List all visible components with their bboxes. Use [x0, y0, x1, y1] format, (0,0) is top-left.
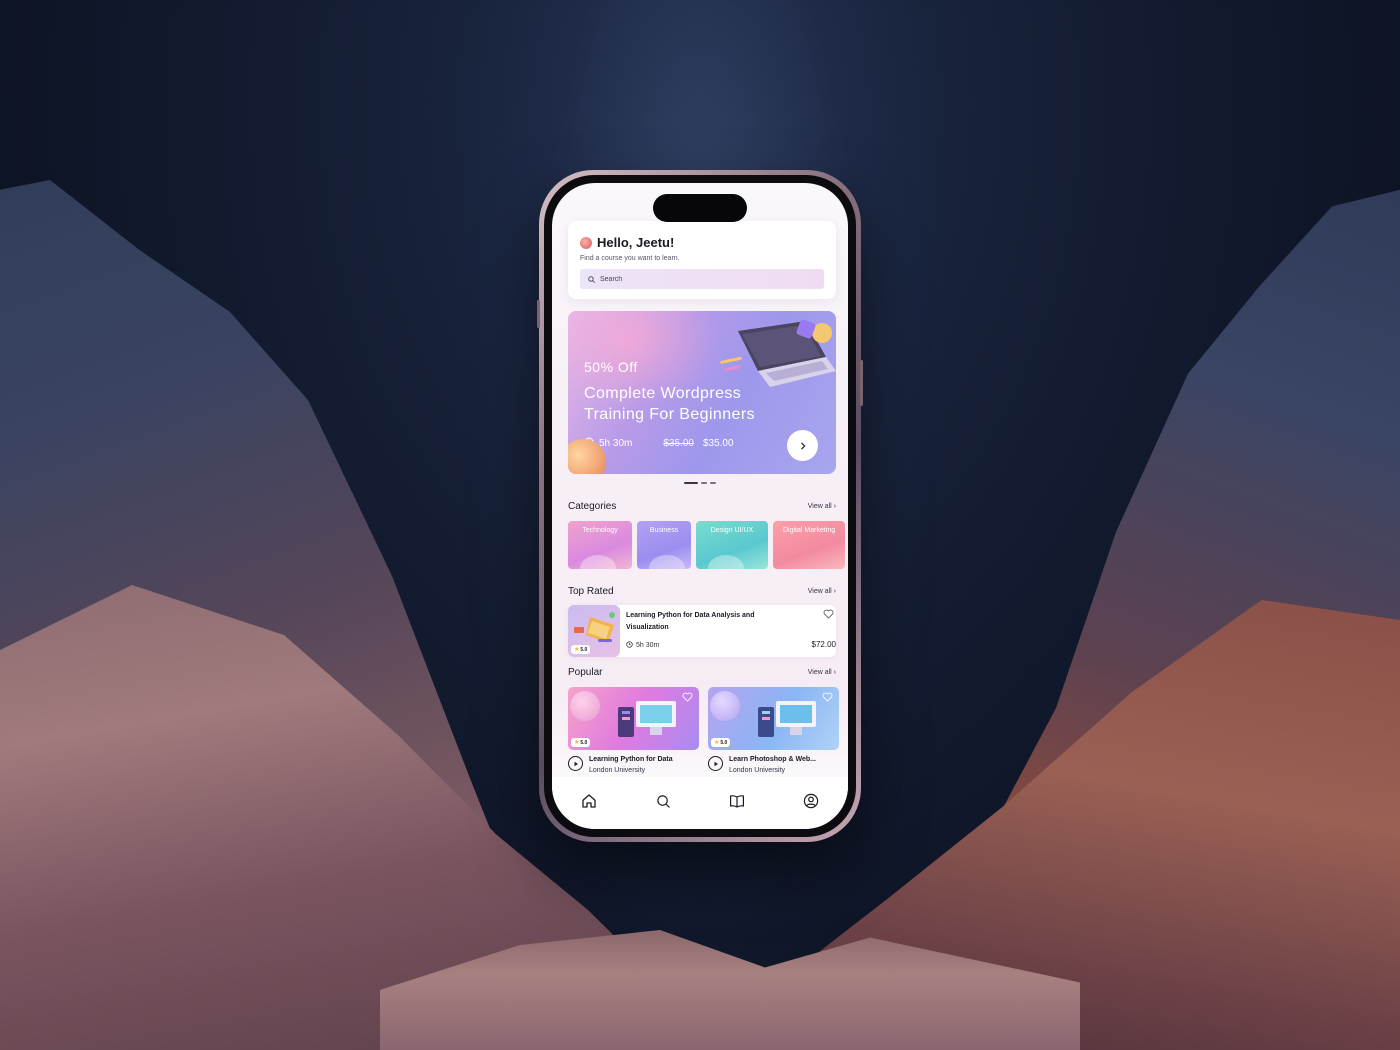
phone-bezel: Hello, Jeetu! Find a course you want to …	[544, 175, 856, 837]
promo-banner[interactable]: 50% Off Complete Wordpress Training For …	[568, 311, 836, 474]
category-label: Business	[649, 527, 679, 534]
volume-button	[537, 300, 540, 328]
popular-course-title: Learning Python for Data	[589, 756, 673, 763]
star-icon: ★	[574, 740, 580, 746]
categories-list: Technology Business Design UI/UX Digital…	[568, 521, 845, 569]
dynamic-island	[653, 194, 747, 222]
popular-course-thumbnail: ★ 5.0	[568, 687, 699, 750]
popular-course-university: London University	[589, 767, 646, 774]
course-thumbnail: ★ 5.0	[568, 605, 620, 657]
course-title: Learning Python for Data Analysis and Vi…	[626, 612, 755, 631]
course-duration: 5h 30m	[626, 641, 659, 650]
discount-label: 50% Off	[584, 359, 638, 375]
tab-profile[interactable]	[801, 791, 821, 811]
top-rated-course-card[interactable]: ★ 5.0 Learning Python for Data Analysis a…	[568, 605, 836, 657]
popular-course-university: London University	[729, 767, 786, 774]
top-rated-view-all[interactable]: View all ›	[808, 588, 836, 595]
bottom-tab-bar	[552, 777, 848, 829]
rating-badge: ★ 5.0	[571, 645, 591, 654]
search-icon	[656, 794, 670, 808]
category-business[interactable]: Business	[637, 521, 691, 569]
category-digital-marketing[interactable]: Digital Marketing	[773, 521, 845, 569]
popular-header: Popular View all ›	[568, 667, 836, 678]
clock-icon	[626, 641, 633, 650]
play-button[interactable]	[568, 756, 583, 771]
popular-list: ★ 5.0 Learning Python for Data London Uni…	[568, 687, 839, 774]
tab-home[interactable]	[579, 791, 599, 811]
tab-search[interactable]	[653, 791, 673, 811]
category-label: Technology	[582, 527, 618, 534]
home-icon	[582, 794, 596, 808]
categories-view-all[interactable]: View all ›	[808, 503, 836, 510]
banner-next-button[interactable]	[787, 430, 818, 461]
top-rated-title: Top Rated	[568, 586, 614, 597]
category-design[interactable]: Design UI/UX	[696, 521, 768, 569]
play-icon	[574, 761, 578, 766]
carousel-dot[interactable]	[710, 482, 716, 484]
popular-course-thumbnail: ★ 5.0	[708, 687, 839, 750]
category-technology[interactable]: Technology	[568, 521, 632, 569]
category-label: Design UI/UX	[710, 527, 754, 534]
banner-duration: 5h 30m	[599, 438, 633, 449]
tab-library[interactable]	[727, 791, 747, 811]
power-button	[860, 360, 863, 406]
greeting: Hello, Jeetu!	[597, 235, 675, 250]
popular-course-card[interactable]: ★ 5.0 Learn Photoshop & Web... London Uni…	[708, 687, 839, 774]
popular-course-meta: Learning Python for Data London Universi…	[568, 756, 699, 774]
profile-icon	[803, 793, 819, 809]
popular-course-title: Learn Photoshop & Web...	[729, 756, 816, 763]
popular-title: Popular	[568, 667, 603, 678]
course-price: $72.00	[811, 640, 836, 649]
subtitle: Find a course you want to learn.	[580, 255, 680, 262]
phone-mockup: Hello, Jeetu! Find a course you want to …	[537, 170, 863, 842]
search-icon	[588, 275, 595, 283]
heart-icon[interactable]	[823, 609, 834, 619]
avatar[interactable]	[580, 236, 592, 249]
category-label: Digital Marketing	[783, 527, 836, 534]
rating-badge: ★ 5.0	[711, 738, 731, 747]
monitor-illustration	[758, 701, 816, 737]
banner-new-price: $35.00	[702, 438, 734, 449]
banner-title: Complete Wordpress Training For Beginner…	[584, 385, 755, 423]
popular-view-all[interactable]: View all ›	[808, 669, 836, 676]
play-icon	[714, 761, 718, 766]
categories-header: Categories View all ›	[568, 501, 836, 512]
rating-badge: ★ 5.0	[571, 738, 591, 747]
popular-course-card[interactable]: ★ 5.0 Learning Python for Data London Uni…	[568, 687, 699, 774]
app-screen: Hello, Jeetu! Find a course you want to …	[552, 183, 848, 829]
heart-icon[interactable]	[822, 692, 833, 702]
greeting-row: Hello, Jeetu!	[580, 235, 824, 250]
search-input[interactable]	[600, 275, 800, 283]
heart-icon[interactable]	[682, 692, 693, 702]
star-icon: ★	[574, 647, 580, 653]
popular-course-meta: Learn Photoshop & Web... London Universi…	[708, 756, 839, 774]
play-button[interactable]	[708, 756, 723, 771]
categories-title: Categories	[568, 501, 617, 512]
banner-old-price: $35.00	[663, 438, 694, 449]
carousel-dot-active[interactable]	[684, 482, 698, 484]
carousel-indicator	[684, 482, 716, 484]
carousel-dot[interactable]	[701, 482, 707, 484]
monitor-illustration	[618, 701, 676, 737]
banner-meta: 5h 30m $35.00 $35.00	[584, 437, 734, 450]
header-card: Hello, Jeetu! Find a course you want to …	[568, 221, 836, 299]
search-bar[interactable]	[580, 269, 824, 289]
top-rated-header: Top Rated View all ›	[568, 586, 836, 597]
book-icon	[730, 795, 744, 808]
star-icon: ★	[714, 740, 720, 746]
chevron-right-icon	[800, 442, 805, 449]
